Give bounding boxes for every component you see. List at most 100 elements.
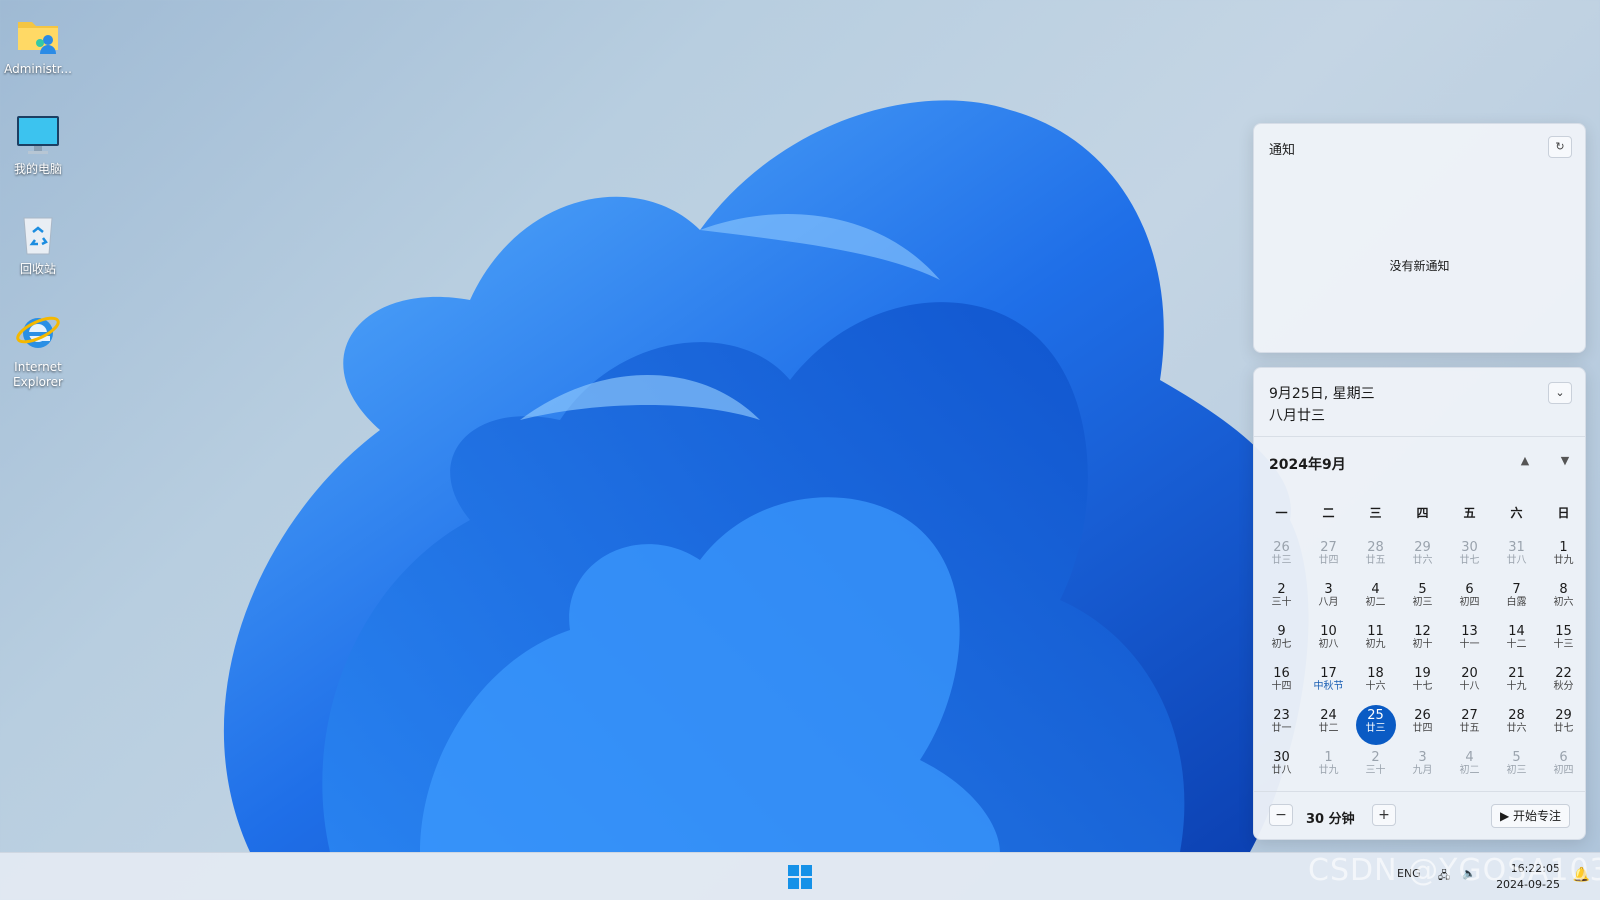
calendar-day[interactable]: 27 廿五 xyxy=(1446,704,1493,746)
calendar-lunar-date: 十四 xyxy=(1271,681,1292,692)
calendar-date-line: 9月25日, 星期三 xyxy=(1269,386,1375,402)
clock-time: 16:22:05 xyxy=(1510,862,1560,875)
calendar-collapse-button[interactable]: ⌄ xyxy=(1548,382,1572,404)
calendar-day[interactable]: 1 廿九 xyxy=(1305,746,1352,788)
weekday-label: 六 xyxy=(1510,506,1523,520)
calendar-month-label[interactable]: 2024年9月 xyxy=(1269,454,1346,474)
calendar-day[interactable]: 11 初九 xyxy=(1352,620,1399,662)
desktop-icon-recycle-bin[interactable]: 回收站 xyxy=(2,210,74,277)
calendar-day[interactable]: 17 中秋节 xyxy=(1305,662,1352,704)
start-focus-button[interactable]: ▶ 开始专注 xyxy=(1490,804,1570,828)
calendar-day[interactable]: 4 初二 xyxy=(1352,578,1399,620)
notification-settings-button[interactable]: ↻ xyxy=(1548,136,1572,158)
calendar-lunar-date: 廿六 xyxy=(1506,723,1527,734)
calendar-day[interactable]: 23 廿一 xyxy=(1258,704,1305,746)
calendar-lunar-date: 初四 xyxy=(1553,765,1574,776)
calendar-day-number: 19 xyxy=(1414,666,1431,681)
desktop-icon-internet-explorer[interactable]: Internet Explorer xyxy=(2,308,74,390)
calendar-lunar-date: 十一 xyxy=(1459,639,1480,650)
taskbar-clock[interactable]: 16:22:05 2024-09-25 xyxy=(1496,861,1560,893)
calendar-day-number: 15 xyxy=(1555,624,1572,639)
next-month-button[interactable]: ▼ xyxy=(1555,454,1575,467)
clock-date: 2024-09-25 xyxy=(1496,878,1560,891)
windows-start-icon[interactable] xyxy=(788,865,812,889)
calendar-day[interactable]: 8 初六 xyxy=(1540,578,1587,620)
calendar-day-number: 25 xyxy=(1367,708,1384,723)
calendar-day[interactable]: 18 十六 xyxy=(1352,662,1399,704)
calendar-day-number: 21 xyxy=(1508,666,1525,681)
calendar-lunar-date: 十二 xyxy=(1506,639,1527,650)
calendar-day[interactable]: 28 廿五 xyxy=(1352,536,1399,578)
calendar-day[interactable]: 2 三十 xyxy=(1352,746,1399,788)
calendar-day[interactable]: 5 初三 xyxy=(1399,578,1446,620)
calendar-day[interactable]: 6 初四 xyxy=(1446,578,1493,620)
calendar-day[interactable]: 29 廿六 xyxy=(1399,536,1446,578)
calendar-lunar-date: 廿三 xyxy=(1365,723,1386,734)
calendar-lunar-date: 八月 xyxy=(1318,597,1339,608)
calendar-day[interactable]: 24 廿二 xyxy=(1305,704,1352,746)
desktop-icon-label: Administr... xyxy=(4,62,72,76)
calendar-lunar-date: 初六 xyxy=(1553,597,1574,608)
calendar-lunar-date: 初七 xyxy=(1271,639,1292,650)
calendar-day[interactable]: 3 八月 xyxy=(1305,578,1352,620)
calendar-day[interactable]: 26 廿四 xyxy=(1399,704,1446,746)
notification-empty-text: 没有新通知 xyxy=(1389,259,1450,273)
calendar-day-today[interactable]: 25 廿三 xyxy=(1352,704,1399,746)
calendar-day[interactable]: 29 廿七 xyxy=(1540,704,1587,746)
calendar-day-number: 14 xyxy=(1508,624,1525,639)
volume-icon[interactable]: 🔈 xyxy=(1462,867,1476,880)
calendar-day[interactable]: 1 廿九 xyxy=(1540,536,1587,578)
calendar-day[interactable]: 16 十四 xyxy=(1258,662,1305,704)
calendar-day[interactable]: 12 初十 xyxy=(1399,620,1446,662)
calendar-day[interactable]: 27 廿四 xyxy=(1305,536,1352,578)
chevron-down-icon: ⌄ xyxy=(1555,386,1565,399)
calendar-day[interactable]: 28 廿六 xyxy=(1493,704,1540,746)
calendar-day-number: 20 xyxy=(1461,666,1478,681)
calendar-day[interactable]: 15 十三 xyxy=(1540,620,1587,662)
calendar-day[interactable]: 2 三十 xyxy=(1258,578,1305,620)
calendar-lunar-date: 九月 xyxy=(1412,765,1433,776)
calendar-day[interactable]: 13 十一 xyxy=(1446,620,1493,662)
network-icon[interactable]: 🖧 xyxy=(1438,867,1450,886)
calendar-day-number: 9 xyxy=(1277,624,1286,639)
weekday-label: 日 xyxy=(1557,506,1570,520)
calendar-lunar-date: 十七 xyxy=(1412,681,1433,692)
focus-decrease-button[interactable]: − xyxy=(1269,804,1293,826)
calendar-day-number: 6 xyxy=(1559,750,1568,765)
previous-month-button[interactable]: ▲ xyxy=(1515,454,1535,467)
calendar-day[interactable]: 10 初八 xyxy=(1305,620,1352,662)
calendar-day[interactable]: 31 廿八 xyxy=(1493,536,1540,578)
calendar-day[interactable]: 30 廿七 xyxy=(1446,536,1493,578)
calendar-day[interactable]: 6 初四 xyxy=(1540,746,1587,788)
weekday-label: 二 xyxy=(1322,506,1335,520)
calendar-lunar-date: 初九 xyxy=(1365,639,1386,650)
calendar-day-number: 7 xyxy=(1512,582,1521,597)
calendar-day[interactable]: 22 秋分 xyxy=(1540,662,1587,704)
focus-increase-button[interactable]: + xyxy=(1372,804,1396,826)
calendar-day-number: 11 xyxy=(1367,624,1384,639)
calendar-day-number: 5 xyxy=(1512,750,1521,765)
calendar-lunar-date: 廿九 xyxy=(1318,765,1339,776)
desktop-icon-my-computer[interactable]: 我的电脑 xyxy=(2,110,74,177)
recycle-bin-icon xyxy=(14,210,62,258)
calendar-day[interactable]: 7 白露 xyxy=(1493,578,1540,620)
language-indicator[interactable]: ENG xyxy=(1397,867,1421,880)
desktop-icon-administrator[interactable]: Administr... xyxy=(2,10,74,77)
calendar-day[interactable]: 9 初七 xyxy=(1258,620,1305,662)
divider xyxy=(1254,791,1585,792)
calendar-day[interactable]: 3 九月 xyxy=(1399,746,1446,788)
calendar-day[interactable]: 14 十二 xyxy=(1493,620,1540,662)
calendar-day[interactable]: 20 十八 xyxy=(1446,662,1493,704)
divider xyxy=(1254,436,1585,437)
calendar-day-number: 3 xyxy=(1324,582,1333,597)
calendar-day[interactable]: 26 廿三 xyxy=(1258,536,1305,578)
calendar-day[interactable]: 21 十九 xyxy=(1493,662,1540,704)
calendar-day[interactable]: 30 廿八 xyxy=(1258,746,1305,788)
calendar-day[interactable]: 4 初二 xyxy=(1446,746,1493,788)
calendar-lunar-date: 十六 xyxy=(1365,681,1386,692)
calendar-day[interactable]: 19 十七 xyxy=(1399,662,1446,704)
notification-bell-icon[interactable]: 🔔 xyxy=(1573,867,1590,883)
calendar-lunar-date: 初十 xyxy=(1412,639,1433,650)
calendar-day[interactable]: 5 初三 xyxy=(1493,746,1540,788)
calendar-lunar-date: 白露 xyxy=(1506,597,1527,608)
